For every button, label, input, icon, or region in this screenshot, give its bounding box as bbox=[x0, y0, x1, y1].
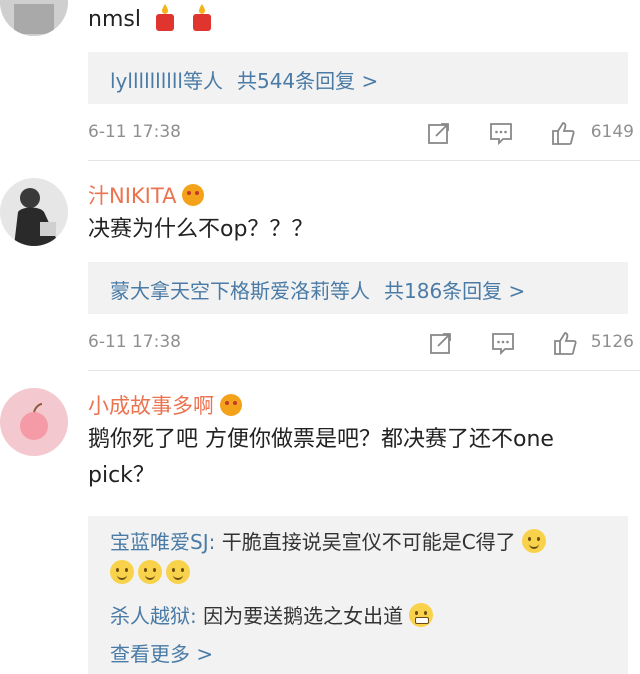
share-icon[interactable] bbox=[428, 330, 454, 356]
comment-item: 汁NIKITA 决赛为什么不op？？？ 蒙大拿天空下格斯爱洛莉等人 共186条回复… bbox=[0, 172, 640, 378]
comment-text: nmsl bbox=[88, 7, 141, 32]
smile-emoji-icon bbox=[110, 560, 134, 584]
username[interactable]: 小成故事多啊 bbox=[88, 390, 214, 420]
comment-text-row: nmsl bbox=[88, 2, 618, 38]
reply-text: 因为要送鹅选之女出道 bbox=[196, 604, 404, 628]
avatar-image bbox=[0, 178, 68, 246]
divider bbox=[88, 160, 640, 161]
share-icon[interactable] bbox=[426, 120, 452, 146]
comment-icon[interactable] bbox=[488, 120, 514, 146]
username[interactable]: 汁NIKITA bbox=[88, 180, 176, 210]
member-badge-icon bbox=[220, 394, 242, 416]
reply-summary-box[interactable]: 蒙大拿天空下格斯爱洛莉等人 共186条回复 > bbox=[88, 262, 628, 314]
thumbs-up-icon[interactable] bbox=[552, 330, 578, 356]
reply-summary-box[interactable]: lyllllllllll等人 共544条回复 > bbox=[88, 52, 628, 104]
comment-meta: 6-11 17:38 5126 bbox=[88, 328, 640, 358]
thumbs-up-icon[interactable] bbox=[550, 120, 576, 146]
comment-item: nmsl lyllllllllll等人 共544条回复 > 6-11 17:38 … bbox=[0, 0, 640, 172]
smile-emoji-icon bbox=[138, 560, 162, 584]
candle-emoji-icon bbox=[152, 2, 178, 32]
username-row: 小成故事多啊 bbox=[88, 390, 242, 420]
comment-icon[interactable] bbox=[490, 330, 516, 356]
like-count: 5126 bbox=[590, 332, 634, 352]
reply-username[interactable]: 杀人越狱: bbox=[110, 604, 197, 628]
member-badge-icon bbox=[182, 184, 205, 206]
timestamp: 6-11 17:38 bbox=[88, 332, 181, 352]
reply-users[interactable]: 蒙大拿天空下格斯爱洛莉等人 bbox=[110, 279, 370, 303]
avatar-image bbox=[0, 0, 68, 36]
username-row: 汁NIKITA bbox=[88, 180, 205, 210]
smile-emoji-icon bbox=[522, 529, 547, 553]
emoji-row bbox=[110, 560, 194, 585]
avatar[interactable] bbox=[0, 388, 68, 456]
avatar-image bbox=[0, 388, 68, 456]
reply-count-link[interactable]: 共544条回复 > bbox=[237, 69, 378, 93]
reply-item[interactable]: 杀人越狱: 因为要送鹅选之女出道 bbox=[110, 600, 437, 629]
like-count: 6149 bbox=[590, 122, 634, 142]
reply-list-box: 宝蓝唯爱SJ: 干脆直接说吴宣仪不可能是C得了 杀人越狱: 因为要送鹅选之女出道… bbox=[88, 516, 628, 674]
reply-count-link[interactable]: 共186条回复 > bbox=[384, 279, 525, 303]
avatar[interactable] bbox=[0, 0, 68, 36]
smile-emoji-icon bbox=[166, 560, 190, 584]
view-more-link[interactable]: 查看更多 > bbox=[110, 638, 213, 667]
reply-item[interactable]: 宝蓝唯爱SJ: 干脆直接说吴宣仪不可能是C得了 bbox=[110, 526, 550, 555]
comment-meta: 6-11 17:38 6149 bbox=[88, 118, 640, 148]
grin-emoji-icon bbox=[409, 603, 434, 627]
reply-text: 干脆直接说吴宣仪不可能是C得了 bbox=[215, 530, 516, 554]
divider bbox=[88, 370, 640, 371]
candle-emoji-icon bbox=[189, 2, 215, 32]
reply-users[interactable]: lyllllllllll等人 bbox=[110, 69, 223, 93]
reply-username[interactable]: 宝蓝唯爱SJ: bbox=[110, 530, 215, 554]
comment-text: 鹅你死了吧 方便你做票是吧？都决赛了还不one pick？ bbox=[88, 427, 554, 488]
timestamp: 6-11 17:38 bbox=[88, 122, 181, 142]
comment-item: 小成故事多啊 鹅你死了吧 方便你做票是吧？都决赛了还不one pick？ 宝蓝唯… bbox=[0, 382, 640, 674]
avatar[interactable] bbox=[0, 178, 68, 246]
comment-text: 决赛为什么不op？？？ bbox=[88, 217, 314, 242]
